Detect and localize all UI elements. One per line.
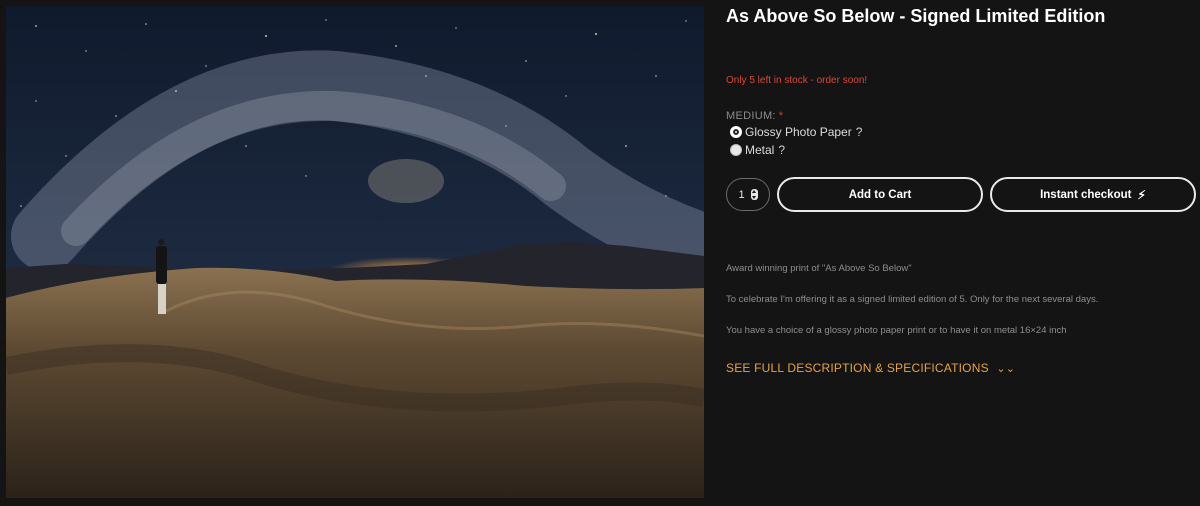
lightning-icon: ⚡︎ [1137,187,1146,202]
radio-glossy-selected[interactable] [730,126,742,138]
description-line: Award winning print of "As Above So Belo… [726,263,912,274]
full-description-link[interactable]: SEE FULL DESCRIPTION & SPECIFICATIONS ⌄⌄ [726,361,1015,375]
add-to-cart-button[interactable]: Add to Cart [777,177,983,212]
double-chevron-down-icon: ⌄⌄ [996,363,1016,375]
product-details-panel: As Above So Below - Signed Limited Editi… [726,0,1196,506]
medium-label-text: MEDIUM: [726,110,776,122]
quantity-stepper[interactable]: 1 [726,178,770,211]
medium-option-glossy[interactable]: Glossy Photo Paper ? [730,125,862,139]
medium-option-metal-label: Metal [745,143,775,157]
description-line: To celebrate I'm offering it as a signed… [726,294,1099,305]
product-image[interactable] [6,6,704,498]
instant-checkout-button[interactable]: Instant checkout ⚡︎ [990,177,1196,212]
help-icon[interactable]: ? [856,125,863,139]
medium-option-glossy-label: Glossy Photo Paper [745,125,852,139]
instant-checkout-label: Instant checkout [1040,188,1132,201]
product-title: As Above So Below - Signed Limited Editi… [726,6,1106,26]
milky-way-dunes-photo [6,6,704,498]
full-description-label: SEE FULL DESCRIPTION & SPECIFICATIONS [726,361,989,375]
medium-label: MEDIUM: * [726,110,783,122]
required-marker: * [778,110,784,122]
help-icon[interactable]: ? [778,143,785,157]
stepper-arrows-icon[interactable] [750,189,758,200]
stock-notice: Only 5 left in stock - order soon! [726,75,868,86]
description-line: You have a choice of a glossy photo pape… [726,325,1067,336]
medium-option-metal[interactable]: Metal ? [730,143,785,157]
radio-metal[interactable] [730,144,742,156]
quantity-value[interactable]: 1 [738,189,744,201]
